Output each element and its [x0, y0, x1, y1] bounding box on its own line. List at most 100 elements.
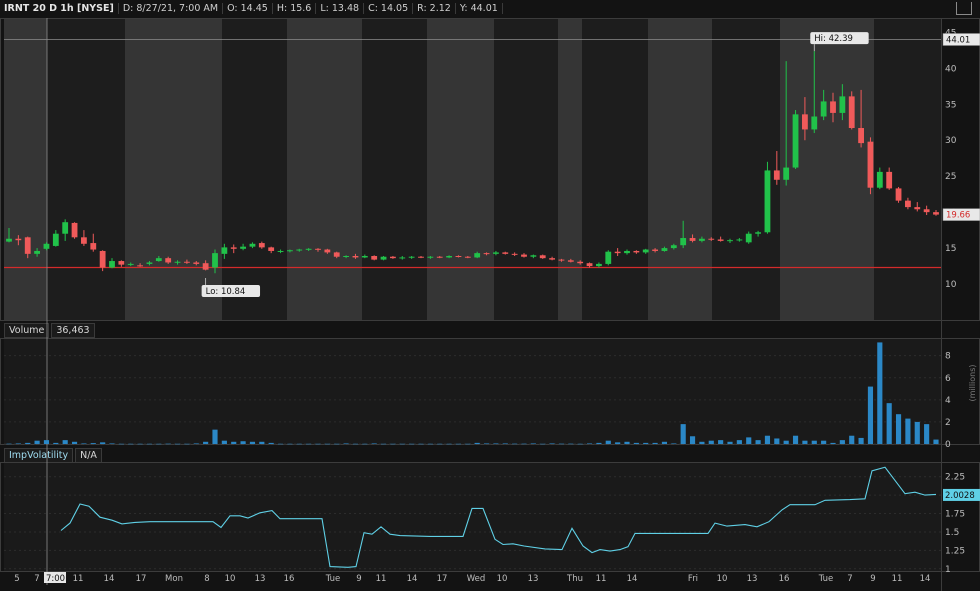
candle-body [670, 245, 677, 249]
volume-bar [259, 441, 265, 444]
candle-body [596, 263, 602, 267]
candle-body [511, 253, 518, 255]
candle-body [661, 248, 668, 251]
volume-bar [671, 443, 677, 444]
candle-body [268, 247, 275, 251]
candle-body [202, 263, 209, 270]
x-tick-label: 7 [847, 574, 852, 584]
lo-label: Lo: 10.84 [206, 287, 246, 297]
volume-bar [924, 424, 930, 444]
volume-bar [483, 443, 490, 444]
volume-bar [25, 442, 31, 444]
volume-bar [296, 443, 302, 445]
x-tick-label: 9 [356, 574, 361, 584]
last-price-badge: 19.66 [946, 211, 970, 221]
candle-body [755, 232, 761, 234]
volume-bar [165, 443, 171, 445]
session-band [427, 18, 494, 320]
price-tick-label: 10 [945, 280, 957, 290]
volume-bar [549, 443, 555, 444]
x-tick-label: Wed [467, 574, 486, 584]
volume-bar [680, 424, 686, 444]
volume-bar [530, 443, 536, 444]
volume-bar [512, 443, 518, 445]
volume-bar [240, 441, 246, 444]
iv-pane-bg [4, 462, 941, 571]
volume-bar [71, 441, 78, 444]
volume-bar [203, 441, 209, 444]
x-tick-label: 17 [437, 574, 448, 584]
volume-bar [886, 403, 892, 444]
candle-body [90, 243, 97, 250]
candle-body [52, 233, 59, 246]
volume-bar [53, 442, 59, 444]
volume-bar [465, 443, 471, 445]
price-tick-label: 35 [945, 100, 956, 110]
volume-bar [6, 443, 12, 445]
volume-bar [746, 437, 752, 444]
candle-body [436, 256, 443, 258]
candle-body [455, 256, 462, 258]
candle-body [773, 170, 780, 180]
x-tick-label: 14 [407, 574, 418, 584]
candle-body [352, 256, 359, 258]
candle-body [361, 256, 368, 258]
volume-bar [755, 440, 761, 444]
candle-body [895, 188, 902, 201]
volume-bar [558, 443, 565, 445]
candle-body [296, 249, 303, 251]
session-band [494, 18, 558, 320]
volume-bar [914, 421, 920, 444]
x-tick-label: 11 [73, 574, 84, 584]
x-tick-label: Tue [325, 574, 341, 584]
volume-bar [62, 440, 68, 444]
x-tick-label: Thu [566, 574, 583, 584]
candle-body [333, 252, 340, 257]
candle-body [530, 255, 537, 257]
candle-body [34, 250, 40, 254]
volume-bar [371, 443, 377, 444]
volume-bar [277, 443, 284, 445]
volume-bar [830, 442, 836, 444]
chart-canvas[interactable]: 0246811.251.51.7522.25(millions)10152025… [0, 0, 980, 591]
candle-body [886, 171, 893, 189]
candle-body [783, 167, 790, 180]
candle-body [614, 251, 621, 254]
session-band [558, 18, 582, 320]
volume-bar [718, 440, 724, 444]
candle-body [558, 259, 565, 261]
session-band [287, 18, 362, 320]
x-tick-label: 9 [870, 574, 875, 584]
volume-bar [502, 443, 508, 444]
session-band [874, 18, 941, 320]
volume-tick-label: 8 [945, 352, 951, 362]
session-band [712, 18, 780, 320]
price-tick-label: 15 [945, 244, 956, 254]
volume-bar [15, 443, 21, 444]
candle-body [699, 238, 705, 241]
volume-tick-label: 6 [945, 374, 951, 384]
x-tick-label: 14 [920, 574, 931, 584]
crosshair-time-badge: 7:00 [46, 574, 65, 584]
volume-bar [792, 435, 799, 444]
volume-bar [455, 443, 462, 445]
volume-bar [708, 440, 714, 444]
volume-bar [287, 443, 293, 445]
candle-body [830, 101, 836, 113]
candle-body [380, 256, 387, 260]
volume-bar [736, 440, 742, 444]
candle-body [502, 252, 509, 254]
candle-body [745, 233, 752, 243]
x-tick-label: Fri [688, 574, 698, 584]
volume-bar [821, 440, 827, 444]
x-tick-label: 10 [225, 574, 236, 584]
volume-pane-bg [4, 338, 941, 444]
x-tick-label: 17 [136, 574, 147, 584]
candle-body [418, 256, 424, 258]
volume-bar [540, 443, 546, 445]
candle-body [923, 209, 930, 213]
candle-body [6, 238, 12, 242]
candle-body [221, 247, 228, 254]
candle-body [15, 238, 22, 241]
candle-body [390, 256, 396, 259]
